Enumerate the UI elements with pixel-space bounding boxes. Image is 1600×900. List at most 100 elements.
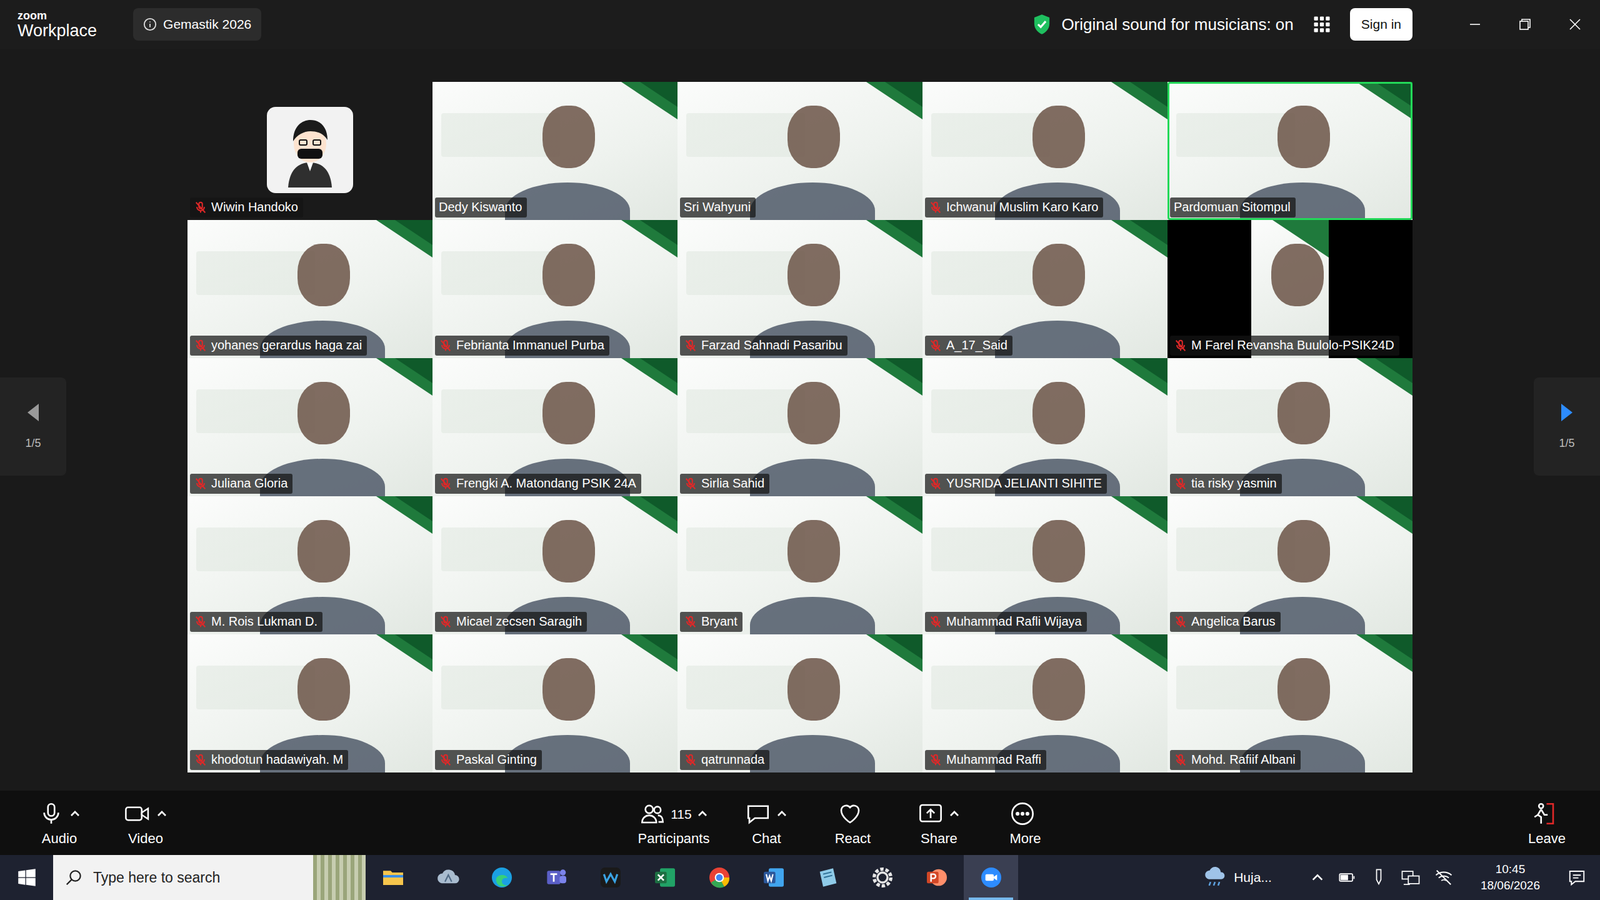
clock[interactable]: 10:4518/06/2026: [1480, 861, 1540, 894]
participant-tile[interactable]: Farzad Sahnadi Pasaribu: [677, 220, 923, 359]
participant-tile[interactable]: M Farel Revansha Buulolo-PSIK24D: [1167, 220, 1413, 359]
taskbar-app[interactable]: [909, 855, 964, 900]
video-button[interactable]: Video: [111, 795, 180, 850]
apps-grid-icon[interactable]: [1312, 15, 1332, 34]
toolbar-label: Audio: [41, 830, 77, 847]
taskbar-app[interactable]: [583, 855, 638, 900]
show-hidden-icons-icon[interactable]: [1310, 870, 1325, 885]
name-label: Farzad Sahnadi Pasaribu: [680, 335, 848, 356]
app-color: [543, 865, 569, 890]
participant-name: khodotun hadawiyah. M: [211, 751, 344, 768]
muted-mic-icon: [193, 615, 208, 629]
participant-tile[interactable]: Paskal Ginting: [432, 634, 678, 773]
name-label: Wiwin Handoko: [190, 197, 304, 218]
meeting-title: Gemastik 2026: [163, 14, 252, 35]
menu-caret-icon[interactable]: [776, 808, 788, 820]
minimize-button[interactable]: [1450, 0, 1500, 49]
close-button[interactable]: [1550, 0, 1600, 49]
react-button[interactable]: React: [818, 795, 887, 850]
person-figure: [750, 596, 875, 635]
participant-tile[interactable]: Juliana Gloria: [187, 358, 433, 497]
participant-tile[interactable]: Bryant: [677, 496, 923, 635]
muted-mic-icon: [928, 338, 943, 353]
pen-icon[interactable]: [1370, 868, 1387, 887]
meeting-info-button[interactable]: Gemastik 2026: [133, 8, 262, 41]
taskbar-search: [53, 855, 366, 900]
taskbar-app[interactable]: [691, 855, 747, 900]
menu-caret-icon[interactable]: [156, 808, 168, 820]
app-color: [489, 865, 515, 890]
participant-tile[interactable]: Febrianta Immanuel Purba: [432, 220, 678, 359]
taskbar-app[interactable]: [420, 855, 475, 900]
menu-caret-icon[interactable]: [948, 808, 960, 820]
participant-tile[interactable]: Sirlia Sahid: [677, 358, 923, 497]
participant-tile[interactable]: Frengki A. Matondang PSIK 24A: [432, 358, 678, 497]
taskbar-app[interactable]: [637, 855, 692, 900]
leave-button[interactable]: Leave: [1512, 795, 1582, 850]
react-icon: [836, 800, 864, 827]
person-figure: [1032, 105, 1085, 169]
toolbar-item-top: [123, 798, 168, 830]
webex-icon: [598, 865, 624, 890]
search-icon: [64, 868, 84, 887]
participant-tile[interactable]: Angelica Barus: [1167, 496, 1413, 635]
participant-tile[interactable]: Wiwin Handoko: [187, 81, 433, 220]
name-label: Muhammad Rafli Wijaya: [925, 611, 1087, 632]
toolbar-item-top: [1009, 798, 1041, 830]
windows-icon: [17, 868, 37, 887]
participant-tile[interactable]: Ichwanul Muslim Karo Karo: [922, 81, 1168, 220]
participant-tile[interactable]: Pardomuan Sitompul: [1167, 81, 1413, 220]
participant-tile[interactable]: Dedy Kiswanto: [432, 81, 678, 220]
participant-tile[interactable]: Muhammad Raffi: [922, 634, 1168, 773]
participant-tile[interactable]: Mohd. Rafiif Albani: [1167, 634, 1413, 773]
participant-tile[interactable]: YUSRIDA JELIANTI SIHITE: [922, 358, 1168, 497]
taskbar-app[interactable]: [528, 855, 584, 900]
person-figure: [1032, 243, 1085, 307]
taskbar-app[interactable]: [746, 855, 801, 900]
muted-mic-icon: [438, 615, 453, 629]
participant-tile[interactable]: khodotun hadawiyah. M: [187, 634, 433, 773]
menu-caret-icon[interactable]: [696, 808, 709, 820]
taskbar-app[interactable]: [855, 855, 910, 900]
clock-time: 10:45: [1495, 861, 1526, 878]
start-button[interactable]: [0, 855, 54, 900]
taskbar-app[interactable]: [800, 855, 855, 900]
weather-widget[interactable]: Huja...: [1202, 866, 1272, 889]
participant-grid: Wiwin Handoko Dedy KiswantoSri WahyuniIch…: [187, 81, 1413, 791]
audio-button[interactable]: Audio: [25, 795, 94, 850]
taskbar-app[interactable]: [365, 855, 420, 900]
participant-tile[interactable]: Muhammad Rafli Wijaya: [922, 496, 1168, 635]
participant-tile[interactable]: tia risky yasmin: [1167, 358, 1413, 497]
muted-mic-icon: [928, 200, 943, 215]
sign-in-button[interactable]: Sign in: [1350, 8, 1413, 41]
more-button[interactable]: More: [990, 795, 1060, 850]
previous-page-button[interactable]: 1/5: [0, 377, 67, 476]
app-color: [380, 865, 406, 890]
participant-name: Paskal Ginting: [456, 751, 537, 768]
chat-button[interactable]: Chat: [731, 795, 801, 850]
participant-name: Febrianta Immanuel Purba: [456, 337, 605, 354]
network-icon[interactable]: [1400, 868, 1421, 887]
toolbar-label: Video: [128, 830, 164, 847]
next-page-button[interactable]: 1/5: [1533, 377, 1600, 476]
participant-tile[interactable]: A_17_Said: [922, 220, 1168, 359]
participant-tile[interactable]: yohanes gerardus haga zai: [187, 220, 433, 359]
wifi-off-icon[interactable]: [1434, 868, 1454, 887]
person-figure: [542, 105, 595, 169]
share-button[interactable]: Share: [904, 795, 974, 850]
participant-tile[interactable]: Sri Wahyuni: [677, 81, 923, 220]
muted-mic-icon: [683, 753, 698, 767]
name-label: Frengki A. Matondang PSIK 24A: [435, 473, 642, 494]
battery-icon[interactable]: [1338, 869, 1357, 886]
search-field[interactable]: [91, 866, 305, 890]
menu-caret-icon[interactable]: [69, 808, 81, 820]
restore-button[interactable]: [1500, 0, 1550, 49]
participants-button[interactable]: 115Participants: [633, 795, 715, 850]
taskbar-app[interactable]: [963, 855, 1019, 900]
page-indicator: 1/5: [1558, 435, 1575, 452]
participant-tile[interactable]: M. Rois Lukman D.: [187, 496, 433, 635]
participant-tile[interactable]: Micael zecsen Saragih: [432, 496, 678, 635]
notification-icon[interactable]: [1567, 868, 1587, 887]
taskbar-app[interactable]: [474, 855, 529, 900]
participant-tile[interactable]: qatrunnada: [677, 634, 923, 773]
